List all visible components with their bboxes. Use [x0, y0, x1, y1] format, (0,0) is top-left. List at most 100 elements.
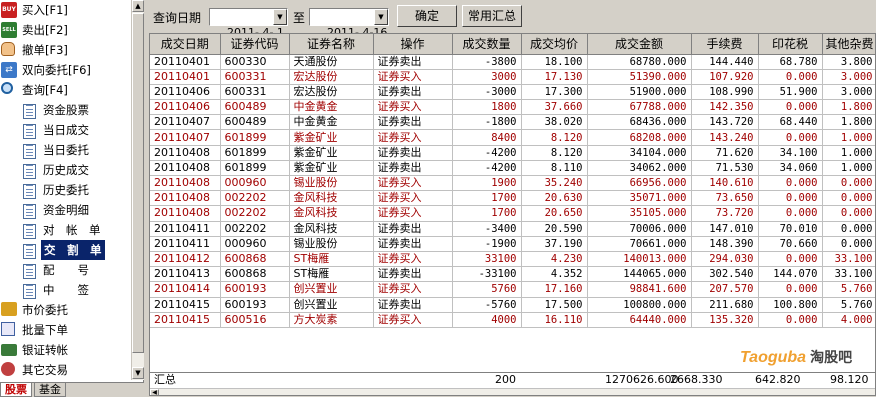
- table-row[interactable]: 20110411 000960 锡业股份 证券卖出 -1900 37.190 70661.0…: [150, 236, 875, 252]
- table-cell: 1900: [452, 175, 522, 192]
- table-cell: 证券买入: [373, 205, 453, 222]
- table-cell: 35.240: [521, 175, 588, 192]
- table-cell: 68436.000: [587, 114, 692, 131]
- table-row[interactable]: 20110413 600868 ST梅雁 证券卖出 -33100 4.352 144065.…: [150, 266, 875, 283]
- column-header[interactable]: 其他杂费: [822, 34, 875, 55]
- column-header[interactable]: 证券代码: [220, 34, 290, 55]
- settlement-table[interactable]: 成交日期 证券代码 证券名称 操作 成交数量 成交均价 成交金额 手续费 印花税 其他杂费 201…: [149, 33, 876, 396]
- table-cell: 20110401: [150, 54, 221, 70]
- sell-icon: SELL: [1, 22, 17, 38]
- chevron-down-icon[interactable]: ▼: [374, 9, 388, 25]
- table-cell: 20.630: [521, 190, 588, 207]
- table-cell: 17.500: [521, 297, 588, 313]
- confirm-button[interactable]: 确定: [397, 5, 457, 27]
- table-cell: 20110411: [150, 236, 221, 252]
- column-header[interactable]: 成交金额: [587, 34, 692, 55]
- table-row[interactable]: 20110415 600193 创兴置业 证券卖出 -5760 17.500 100800.…: [150, 297, 875, 313]
- tab-funds[interactable]: 基金: [34, 383, 66, 397]
- column-header[interactable]: 证券名称: [289, 34, 374, 55]
- end-date-picker[interactable]: 2011- 4-16 ▼: [309, 8, 389, 39]
- table-cell: 证券买入: [373, 281, 453, 298]
- horizontal-scrollbar[interactable]: ◀: [150, 388, 875, 395]
- table-cell: 38.020: [521, 114, 588, 131]
- table-row[interactable]: 20110408 000960 锡业股份 证券买入 1900 35.240 66956.00…: [150, 175, 875, 192]
- table-cell: 70006.000: [587, 221, 692, 237]
- other-trade-icon: [1, 362, 17, 378]
- batch-order-icon: [1, 322, 17, 338]
- summary-button[interactable]: 常用汇总: [462, 5, 522, 27]
- table-cell: 1.000: [822, 145, 875, 161]
- table-cell: 20110408: [150, 160, 221, 177]
- table-row[interactable]: 20110407 601899 紫金矿业 证券买入 8400 8.120 68208.000…: [150, 129, 875, 146]
- column-header[interactable]: 成交日期: [150, 34, 221, 55]
- sidebar-item-label: 其它交易: [22, 363, 68, 377]
- table-cell: 0.000: [822, 175, 875, 192]
- table-cell: 证券卖出: [373, 266, 453, 283]
- table-cell: 金风科技: [289, 205, 374, 222]
- table-cell: 600516: [220, 312, 290, 328]
- table-row[interactable]: 20110408 002202 金风科技 证券买入 1700 20.650 35105.00…: [150, 205, 875, 222]
- table-cell: ST梅雁: [289, 251, 374, 268]
- sidebar-item-label: 撤单[F3]: [22, 43, 68, 57]
- sidebar-item-label: 批量下单: [22, 323, 68, 337]
- table-cell: 33.100: [822, 251, 875, 268]
- column-header[interactable]: 印花税: [758, 34, 823, 55]
- column-header[interactable]: 手续费: [691, 34, 759, 55]
- table-cell: 宏达股份: [289, 84, 374, 101]
- sidebar-scrollbar[interactable]: ▲ ▼: [131, 0, 144, 380]
- column-header[interactable]: 操作: [373, 34, 453, 55]
- sidebar-item-label: 资金股票: [43, 103, 89, 117]
- table-cell: 211.680: [691, 297, 759, 313]
- table-cell: 0.000: [758, 69, 823, 85]
- table-cell: 0.000: [758, 251, 823, 268]
- table-cell: 37.190: [521, 236, 588, 252]
- table-cell: -4200: [452, 145, 522, 161]
- scroll-left-icon[interactable]: ◀: [150, 389, 159, 395]
- table-cell: 34104.000: [587, 145, 692, 161]
- table-cell: 34062.000: [587, 160, 692, 177]
- document-icon: [22, 242, 38, 259]
- scroll-up-icon[interactable]: ▲: [132, 0, 144, 12]
- sidebar-item-label: 卖出[F2]: [22, 23, 68, 37]
- column-header[interactable]: 成交数量: [452, 34, 522, 55]
- table-row[interactable]: 20110408 601899 紫金矿业 证券卖出 -4200 8.110 34062.00…: [150, 160, 875, 177]
- table-cell: 600868: [220, 251, 290, 268]
- table-row[interactable]: 20110415 600516 方大炭素 证券买入 4000 16.110 64440.00…: [150, 312, 875, 328]
- table-cell: 0.000: [758, 312, 823, 328]
- table-row[interactable]: 20110401 600330 天通股份 证券卖出 -3800 18.100 68780.0…: [150, 54, 875, 70]
- table-cell: 148.390: [691, 236, 759, 252]
- table-cell: 证券卖出: [373, 54, 453, 70]
- table-cell: 20110415: [150, 297, 221, 313]
- table-cell: 100.800: [758, 297, 823, 313]
- table-row[interactable]: 20110412 600868 ST梅雁 证券买入 33100 4.230 140013.0…: [150, 251, 875, 268]
- table-cell: 8.110: [521, 160, 588, 177]
- table-cell: 4.000: [822, 312, 875, 328]
- table-cell: 144.070: [758, 266, 823, 283]
- summary-misc: 98.120: [830, 373, 869, 386]
- table-row[interactable]: 20110406 600331 宏达股份 证券卖出 -3000 17.300 51900.0…: [150, 84, 875, 101]
- start-date-picker[interactable]: 2011- 4- 1 ▼: [209, 8, 288, 39]
- table-row[interactable]: 20110406 600489 中金黄金 证券买入 1800 37.660 67788.00…: [150, 99, 875, 116]
- summary-stamp: 642.820: [755, 373, 801, 386]
- table-row[interactable]: 20110407 600489 中金黄金 证券卖出 -1800 38.020 68436.0…: [150, 114, 875, 131]
- table-cell: 紫金矿业: [289, 129, 374, 146]
- bank-transfer-icon: [1, 342, 17, 358]
- table-cell: 0.000: [822, 236, 875, 252]
- table-cell: 紫金矿业: [289, 145, 374, 161]
- table-row[interactable]: 20110414 600193 创兴置业 证券买入 5760 17.160 98841.60…: [150, 281, 875, 298]
- scroll-thumb[interactable]: [132, 13, 144, 353]
- scroll-down-icon[interactable]: ▼: [132, 367, 144, 379]
- table-cell: 证券买入: [373, 99, 453, 116]
- table-row[interactable]: 20110408 002202 金风科技 证券买入 1700 20.630 35071.00…: [150, 190, 875, 207]
- table-row[interactable]: 20110411 002202 金风科技 证券卖出 -3400 20.590 70006.0…: [150, 221, 875, 237]
- table-cell: 135.320: [691, 312, 759, 328]
- table-header: 成交日期 证券代码 证券名称 操作 成交数量 成交均价 成交金额 手续费 印花税 其他杂费: [150, 34, 875, 55]
- column-header[interactable]: 成交均价: [521, 34, 588, 55]
- table-row[interactable]: 20110408 601899 紫金矿业 证券卖出 -4200 8.120 34104.00…: [150, 145, 875, 161]
- table-cell: 1.000: [822, 160, 875, 177]
- table-cell: 68780.000: [587, 54, 692, 70]
- table-cell: 3.000: [822, 69, 875, 85]
- table-row[interactable]: 20110401 600331 宏达股份 证券买入 3000 17.130 51390.00…: [150, 69, 875, 85]
- chevron-down-icon[interactable]: ▼: [273, 9, 287, 25]
- tab-stocks[interactable]: 股票: [0, 383, 32, 397]
